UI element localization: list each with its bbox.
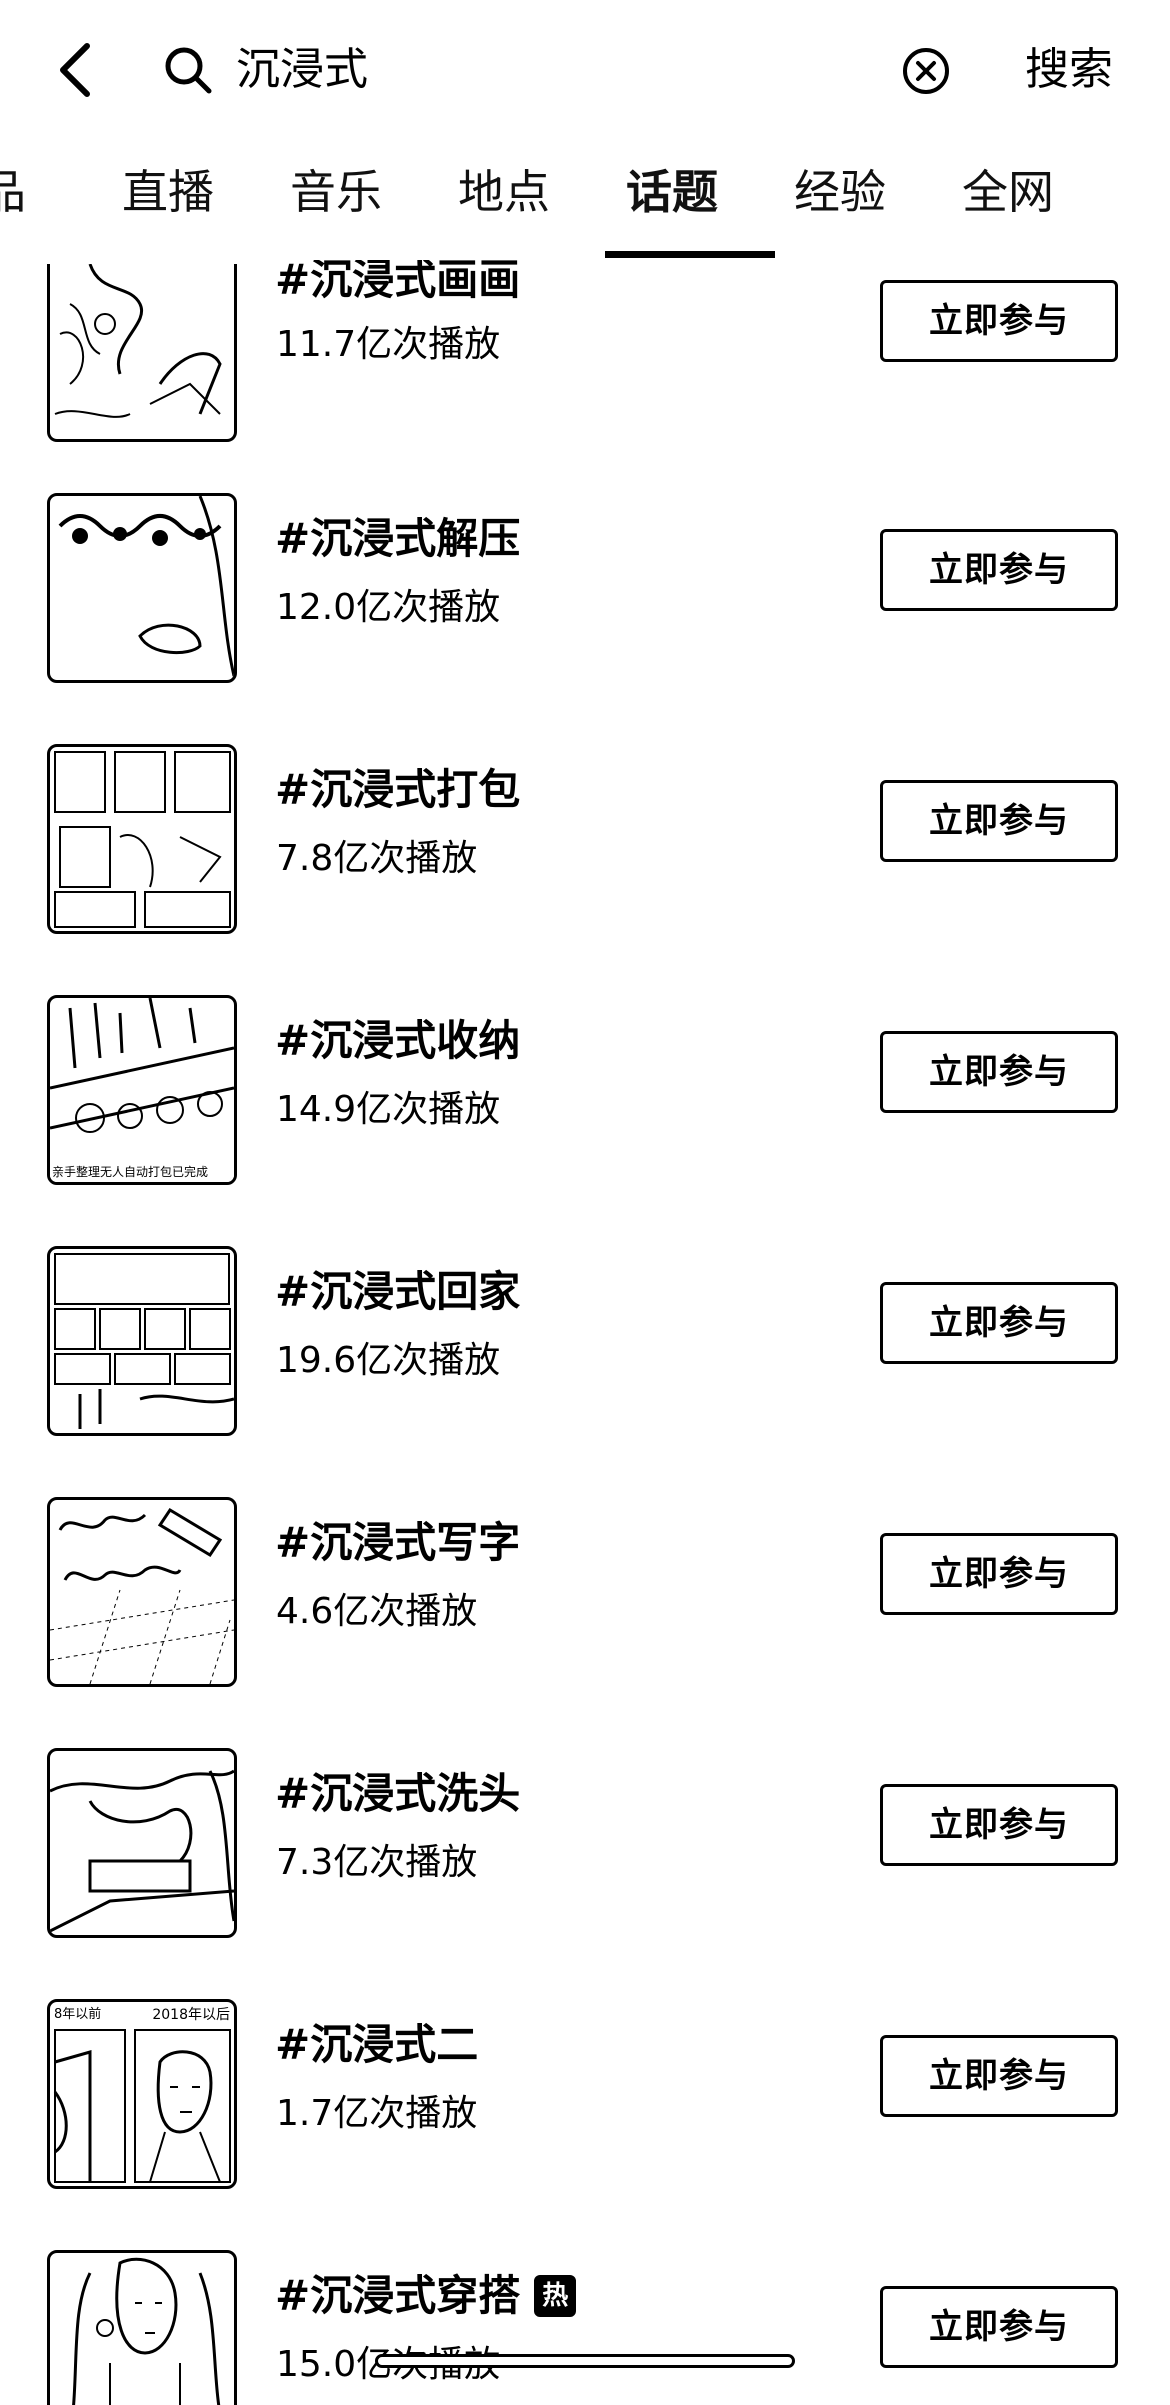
topic-title: #沉浸式画画 bbox=[275, 260, 521, 304]
topic-row[interactable]: #沉浸式画画 11.7亿次播放 立即参与 bbox=[0, 260, 1170, 503]
topic-thumbnail bbox=[47, 1748, 237, 1938]
join-topic-button[interactable]: 立即参与 bbox=[880, 280, 1118, 362]
topic-row[interactable]: #沉浸式洗头 7.3亿次播放 立即参与 bbox=[0, 1748, 1170, 1999]
thumbnail-caption: 亲手整理无人自动打包已完成 bbox=[52, 1165, 209, 1179]
tab-location[interactable]: 地点 bbox=[458, 162, 550, 222]
topic-title: #沉浸式写字 bbox=[275, 1518, 521, 1567]
topic-play-count: 7.8亿次播放 bbox=[276, 838, 478, 879]
topic-row[interactable]: #沉浸式解压 12.0亿次播放 立即参与 bbox=[0, 493, 1170, 744]
topic-play-count: 4.6亿次播放 bbox=[276, 1591, 478, 1632]
join-topic-button[interactable]: 立即参与 bbox=[880, 529, 1118, 611]
topic-thumbnail bbox=[47, 1497, 237, 1687]
topic-thumbnail bbox=[47, 264, 237, 442]
home-indicator[interactable] bbox=[375, 2354, 795, 2368]
topic-play-count: 14.9亿次播放 bbox=[276, 1089, 501, 1130]
join-topic-button[interactable]: 立即参与 bbox=[880, 780, 1118, 862]
topic-thumbnail bbox=[47, 1246, 237, 1436]
topic-title: #沉浸式二 bbox=[275, 2020, 479, 2069]
search-header: 沉浸式 搜索 bbox=[0, 0, 1170, 140]
join-topic-button[interactable]: 立即参与 bbox=[880, 1784, 1118, 1866]
topic-title: #沉浸式穿搭热 bbox=[275, 2268, 577, 2324]
topic-row[interactable]: #沉浸式写字 4.6亿次播放 立即参与 bbox=[0, 1497, 1170, 1748]
topic-row[interactable]: #沉浸式打包 7.8亿次播放 立即参与 bbox=[0, 744, 1170, 995]
join-topic-button[interactable]: 立即参与 bbox=[880, 1533, 1118, 1615]
topic-play-count: 7.3亿次播放 bbox=[276, 1842, 478, 1883]
join-topic-button[interactable]: 立即参与 bbox=[880, 2286, 1118, 2368]
topic-row[interactable]: 8年以前 2018年以后 #沉浸式二 1.7亿次播放 立即参与 bbox=[0, 1999, 1170, 2250]
join-topic-button[interactable]: 立即参与 bbox=[880, 2035, 1118, 2117]
topic-thumbnail bbox=[47, 744, 237, 934]
search-query-text: 沉浸式 bbox=[236, 44, 368, 95]
search-submit-button[interactable]: 搜索 bbox=[1025, 30, 1113, 110]
topic-row[interactable]: #沉浸式穿搭热 15.0亿次播放 立即参与 bbox=[0, 2250, 1170, 2405]
tab-music[interactable]: 音乐 bbox=[290, 162, 382, 222]
category-tabs: 品 直播 音乐 地点 话题 经验 全网 bbox=[0, 140, 1170, 260]
join-topic-button[interactable]: 立即参与 bbox=[880, 1031, 1118, 1113]
tab-web[interactable]: 全网 bbox=[962, 162, 1054, 222]
topic-title: #沉浸式回家 bbox=[275, 1267, 521, 1316]
topic-thumbnail: 亲手整理无人自动打包已完成 bbox=[47, 995, 237, 1185]
topic-play-count: 12.0亿次播放 bbox=[276, 587, 501, 628]
clear-search-button[interactable] bbox=[900, 45, 952, 97]
back-button[interactable] bbox=[50, 35, 100, 105]
search-icon bbox=[160, 42, 216, 98]
topic-thumbnail bbox=[47, 2250, 237, 2405]
topic-title: #沉浸式洗头 bbox=[275, 1769, 521, 1818]
topic-thumbnail bbox=[47, 493, 237, 683]
topic-row[interactable]: 亲手整理无人自动打包已完成 #沉浸式收纳 14.9亿次播放 立即参与 bbox=[0, 995, 1170, 1246]
hot-badge: 热 bbox=[534, 2274, 577, 2317]
chevron-left-icon bbox=[60, 43, 90, 97]
topic-title-text: #沉浸式穿搭 bbox=[275, 2271, 521, 2320]
tab-product[interactable]: 品 bbox=[0, 162, 26, 222]
topic-play-count: 1.7亿次播放 bbox=[276, 2093, 478, 2134]
tab-experience[interactable]: 经验 bbox=[794, 162, 886, 222]
tab-topics[interactable]: 话题 bbox=[626, 162, 718, 222]
topic-title: #沉浸式打包 bbox=[275, 765, 521, 814]
topic-title: #沉浸式解压 bbox=[275, 514, 521, 563]
join-topic-button[interactable]: 立即参与 bbox=[880, 1282, 1118, 1364]
topic-play-count: 11.7亿次播放 bbox=[276, 324, 501, 365]
topic-list: #沉浸式画画 11.7亿次播放 立即参与 #沉浸式解压 12.0亿次播放 立即参… bbox=[0, 260, 1170, 2405]
search-input[interactable]: 沉浸式 bbox=[160, 30, 960, 110]
clear-icon bbox=[903, 48, 949, 94]
topic-title: #沉浸式收纳 bbox=[275, 1016, 521, 1065]
topic-thumbnail: 8年以前 2018年以后 bbox=[47, 1999, 237, 2189]
topic-play-count: 19.6亿次播放 bbox=[276, 1340, 501, 1381]
tab-live[interactable]: 直播 bbox=[122, 162, 214, 222]
active-tab-indicator bbox=[605, 251, 775, 258]
topic-row[interactable]: #沉浸式回家 19.6亿次播放 立即参与 bbox=[0, 1246, 1170, 1497]
